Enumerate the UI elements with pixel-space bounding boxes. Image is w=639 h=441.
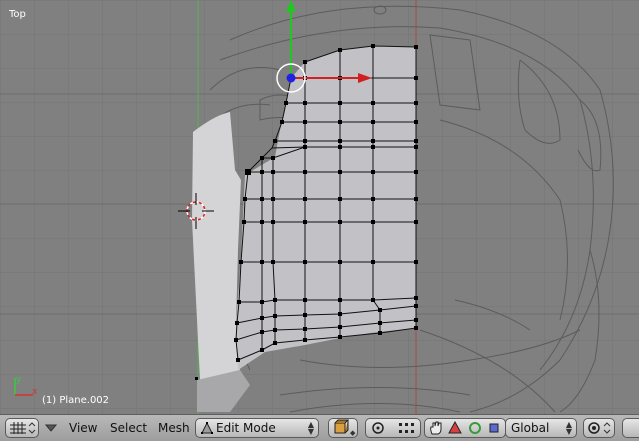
mode-select-value: Edit Mode	[216, 421, 276, 435]
snap-icon[interactable]	[396, 420, 416, 436]
updown-arrows-icon: ▲ ▼	[565, 420, 572, 436]
pivot-snap-group[interactable]	[365, 418, 421, 438]
menu-mesh[interactable]: Mesh	[158, 421, 190, 435]
viewport-header: View Select Mesh Edit Mode ▲ ▼ ◆ Global …	[0, 414, 639, 441]
viewport-grid-icon	[10, 422, 36, 434]
menu-select[interactable]: Select	[110, 421, 147, 435]
active-object-label: (1) Plane.002	[42, 395, 110, 406]
3d-viewport[interactable]: y x Top (1) Plane.002	[0, 0, 639, 414]
collapse-triangle-icon[interactable]	[45, 423, 57, 433]
layers-button-partial[interactable]	[622, 418, 639, 438]
editor-type-button[interactable]	[5, 418, 39, 438]
proportional-edit-button[interactable]	[583, 418, 615, 438]
transform-orientation-select[interactable]: Global ▲ ▼	[505, 418, 577, 438]
view-name-label: Top	[9, 9, 26, 20]
viewport-canvas[interactable]: y x	[0, 0, 639, 414]
orientation-value: Global	[511, 421, 550, 435]
rotate-manipulator-icon[interactable]	[468, 421, 482, 435]
svg-text:◆: ◆	[350, 429, 356, 437]
menu-view[interactable]: View	[69, 421, 97, 435]
scale-manipulator-icon[interactable]	[448, 421, 462, 435]
svg-text:y: y	[16, 375, 22, 385]
edit-mode-icon	[201, 422, 213, 434]
svg-text:x: x	[32, 387, 38, 397]
pivot-icon[interactable]	[370, 421, 386, 435]
proportional-edit-icon	[588, 422, 611, 434]
viewport-shading-button[interactable]: ◆	[328, 418, 358, 438]
mode-select[interactable]: Edit Mode ▲ ▼	[195, 418, 319, 438]
hand-icon[interactable]	[428, 420, 444, 436]
manipulator-group[interactable]	[424, 418, 506, 438]
z-handle-icon	[286, 73, 296, 83]
shading-icon: ◆	[334, 419, 356, 437]
translate-manipulator-icon[interactable]	[488, 422, 500, 434]
updown-arrows-icon: ▲ ▼	[307, 420, 314, 436]
